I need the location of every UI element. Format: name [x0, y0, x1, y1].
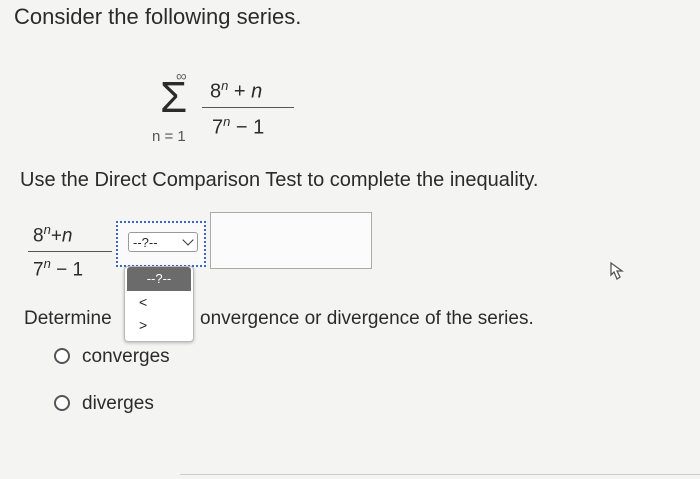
hand-cursor-icon: [610, 261, 624, 280]
inequality-numerator: 8n+n: [33, 222, 73, 247]
series-fraction-bar: [202, 107, 294, 108]
dropdown-option-placeholder[interactable]: --?--: [127, 267, 191, 291]
comparison-select[interactable]: --?--: [128, 232, 198, 252]
determine-text-left: Determine: [24, 308, 112, 329]
radio-button[interactable]: [54, 395, 70, 411]
radio-option-converges[interactable]: converges: [54, 346, 170, 368]
series-denominator: 7n − 1: [212, 114, 265, 139]
radio-button[interactable]: [54, 348, 70, 364]
radio-option-diverges[interactable]: diverges: [54, 393, 154, 415]
dropdown-option-less-than[interactable]: <: [139, 294, 147, 310]
inequality-fraction-bar: [28, 251, 112, 252]
sum-lower-limit: n = 1: [152, 128, 186, 145]
comparison-dropdown-list: --?-- < >: [124, 266, 194, 342]
comparison-select-focus[interactable]: --?--: [116, 221, 206, 267]
divider: [180, 474, 700, 475]
select-value: --?--: [133, 235, 158, 250]
prompt-title: Consider the following series.: [14, 4, 302, 29]
instruction-text: Use the Direct Comparison Test to comple…: [20, 169, 539, 191]
dropdown-option-greater-than[interactable]: >: [139, 317, 147, 333]
series-numerator: 8n + n: [210, 78, 263, 103]
sigma-symbol: Σ: [160, 73, 188, 122]
inequality-denominator: 7n − 1: [33, 256, 84, 281]
comparison-answer-input[interactable]: [210, 212, 372, 269]
radio-label: diverges: [82, 393, 154, 414]
determine-text-right: onvergence or divergence of the series.: [200, 308, 534, 329]
chevron-down-icon: [182, 234, 194, 246]
radio-label: converges: [82, 346, 170, 367]
